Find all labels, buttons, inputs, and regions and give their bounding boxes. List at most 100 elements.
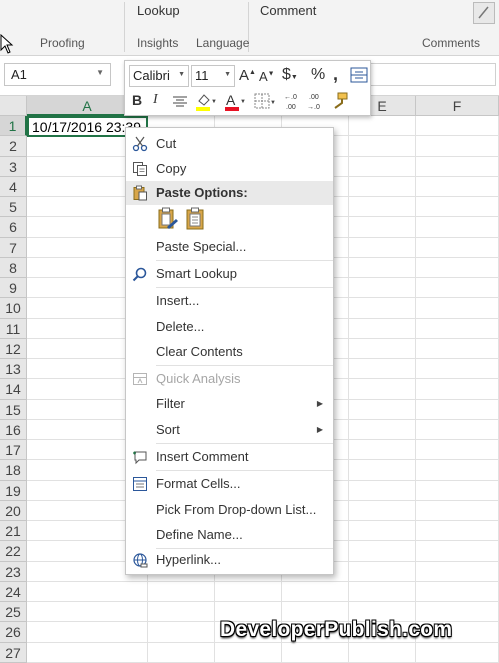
menu-item-label: Pick From Drop-down List...	[156, 502, 317, 517]
formula-input[interactable]	[368, 63, 496, 86]
row-header[interactable]: 20	[0, 500, 27, 521]
bold-icon[interactable]: B	[132, 92, 142, 108]
menu-item-define-name[interactable]: Define Name...	[126, 523, 333, 547]
menu-item-label: Format Cells...	[156, 476, 241, 491]
row-header[interactable]: 7	[0, 237, 27, 258]
menu-item-paste-special[interactable]: Paste Special...	[126, 235, 333, 259]
row-header[interactable]: 5	[0, 197, 27, 218]
grid-row-line	[27, 601, 499, 602]
menu-item-insert[interactable]: Insert...	[126, 289, 333, 313]
ribbon-comment-label[interactable]: Comment	[260, 3, 316, 18]
paste-values-icon[interactable]	[184, 206, 208, 232]
borders-icon[interactable]: ▼	[253, 92, 275, 112]
name-box[interactable]: A1 ▼	[4, 63, 111, 86]
paste-icon[interactable]	[156, 206, 180, 232]
menu-item-label: Clear Contents	[156, 344, 243, 359]
row-header[interactable]: 4	[0, 176, 27, 197]
font-color-icon[interactable]: A ▼	[223, 91, 245, 113]
format-cells-icon	[133, 477, 147, 491]
mini-toolbar: Calibri ▼ 11 ▼ A▲ A▼ $▼ % , B I ▼ A ▼ ▼ ←…	[124, 60, 371, 116]
menu-item-hyperlink[interactable]: Hyperlink...	[126, 548, 333, 572]
menu-item-pick-from-list[interactable]: Pick From Drop-down List...	[126, 498, 333, 522]
row-header[interactable]: 24	[0, 581, 27, 602]
chevron-down-icon: ▼	[224, 71, 231, 78]
font-name-select[interactable]: Calibri ▼	[129, 65, 189, 87]
row-header[interactable]: 14	[0, 379, 27, 400]
row-header[interactable]: 1	[0, 116, 27, 137]
row-header[interactable]: 9	[0, 278, 27, 299]
menu-item-label: Smart Lookup	[156, 266, 237, 281]
row-header[interactable]: 10	[0, 298, 27, 319]
select-all-corner[interactable]	[0, 96, 27, 116]
format-painter-icon[interactable]	[330, 91, 350, 113]
row-header[interactable]: 17	[0, 440, 27, 461]
row-header[interactable]: 11	[0, 318, 27, 339]
row-header[interactable]: 26	[0, 622, 27, 643]
menu-item-label: Delete...	[156, 319, 205, 334]
ribbon-collapse-button[interactable]	[473, 2, 495, 24]
row-header[interactable]: 3	[0, 156, 27, 177]
increase-font-size-icon[interactable]: A▲	[239, 67, 256, 84]
menu-item-label: Paste Special...	[156, 239, 247, 254]
row-header[interactable]: 22	[0, 541, 27, 562]
row-header[interactable]: 18	[0, 460, 27, 481]
clipboard-icon	[133, 185, 147, 201]
svg-text:→.0: →.0	[307, 104, 320, 111]
paste-options-header: Paste Options:	[126, 181, 333, 205]
align-center-icon[interactable]	[172, 94, 188, 110]
row-header[interactable]: 21	[0, 521, 27, 542]
menu-item-label: Sort	[156, 422, 180, 437]
fill-color-icon[interactable]: ▼	[194, 91, 216, 113]
mouse-cursor-icon	[0, 34, 14, 54]
increase-decimal-icon[interactable]: ←.0.00	[283, 91, 305, 113]
svg-text:▼: ▼	[270, 100, 275, 106]
font-size-select[interactable]: 11 ▼	[191, 65, 235, 87]
ribbon-group-language: Language	[196, 36, 250, 50]
menu-item-label: Define Name...	[156, 527, 243, 542]
menu-item-label: Cut	[156, 136, 177, 151]
decrease-decimal-icon[interactable]: .00→.0	[306, 91, 328, 113]
row-header[interactable]: 27	[0, 642, 27, 663]
italic-icon[interactable]: I	[153, 92, 158, 108]
menu-item-filter[interactable]: Filter ▶	[126, 392, 333, 416]
ribbon-separator	[124, 2, 125, 52]
percent-style-icon[interactable]: %	[311, 66, 325, 84]
menu-item-cut[interactable]: Cut	[126, 132, 333, 156]
ribbon-lookup-label[interactable]: Lookup	[137, 3, 180, 18]
ribbon: Lookup Comment Proofing Insights Languag…	[0, 0, 499, 56]
comment-icon	[133, 451, 147, 465]
comma-style-icon[interactable]: ,	[333, 64, 338, 85]
row-header[interactable]: 2	[0, 136, 27, 157]
menu-item-copy[interactable]: Copy	[126, 157, 333, 181]
menu-item-delete[interactable]: Delete...	[126, 315, 333, 339]
row-header[interactable]: 15	[0, 399, 27, 420]
row-header[interactable]: 25	[0, 602, 27, 623]
menu-item-smart-lookup[interactable]: Smart Lookup	[126, 262, 333, 286]
column-header[interactable]: F	[416, 96, 499, 116]
row-header[interactable]: 23	[0, 561, 27, 582]
menu-item-label: Insert Comment	[156, 449, 249, 464]
row-header[interactable]: 8	[0, 257, 27, 278]
row-header[interactable]: 6	[0, 217, 27, 238]
menu-item-sort[interactable]: Sort ▶	[126, 418, 333, 442]
menu-divider	[156, 260, 333, 261]
decrease-font-size-icon[interactable]: A▼	[259, 69, 275, 84]
menu-item-insert-comment[interactable]: Insert Comment	[126, 445, 333, 469]
menu-divider	[156, 443, 333, 444]
magnifier-icon	[132, 267, 147, 282]
menu-divider	[156, 287, 333, 288]
font-size-value: 11	[195, 68, 209, 83]
chevron-right-icon: ▶	[316, 425, 323, 434]
svg-text:.00: .00	[309, 94, 319, 101]
row-header[interactable]: 16	[0, 419, 27, 440]
row-header[interactable]: 13	[0, 359, 27, 380]
menu-item-format-cells[interactable]: Format Cells...	[126, 472, 333, 496]
menu-item-clear-contents[interactable]: Clear Contents	[126, 340, 333, 364]
menu-item-label: Insert...	[156, 293, 200, 308]
currency-format-icon[interactable]: $▼	[282, 66, 298, 84]
row-header[interactable]: 19	[0, 480, 27, 501]
format-painter-table-icon[interactable]	[349, 65, 369, 85]
chevron-down-icon[interactable]: ▼	[96, 68, 104, 77]
row-header[interactable]: 12	[0, 338, 27, 359]
ribbon-group-insights: Insights	[137, 36, 179, 50]
